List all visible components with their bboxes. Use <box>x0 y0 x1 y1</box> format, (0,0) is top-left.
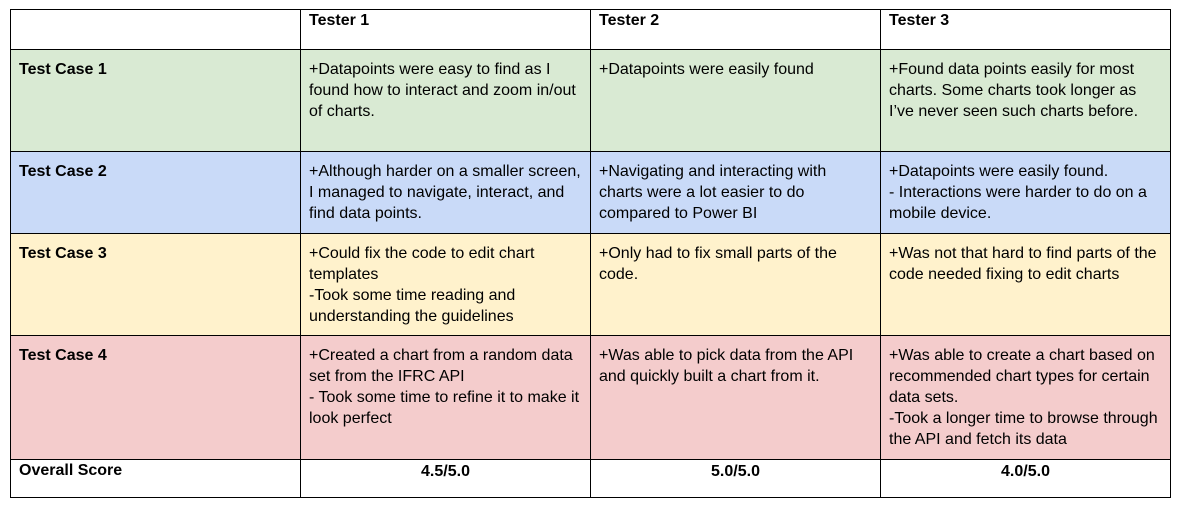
overall-score-label: Overall Score <box>10 459 301 498</box>
test-results-table: Tester 1 Tester 2 Tester 3 Test Case 1 +… <box>10 9 1171 498</box>
cell-tc3-tester2: +Only had to fix small parts of the code… <box>590 233 881 336</box>
cell-tc1-tester1: +Datapoints were easy to find as I found… <box>300 49 591 152</box>
cell-tc1-tester3: +Found data points easily for most chart… <box>880 49 1171 152</box>
score-tester-2: 5.0/5.0 <box>590 459 881 498</box>
score-tester-1: 4.5/5.0 <box>300 459 591 498</box>
cell-tc4-tester1: +Created a chart from a random data set … <box>300 335 591 460</box>
cell-tc1-tester2: +Datapoints were easily found <box>590 49 881 152</box>
row-label-test-case-3: Test Case 3 <box>10 233 301 336</box>
row-label-test-case-4: Test Case 4 <box>10 335 301 460</box>
table-row: Test Case 3 +Could fix the code to edit … <box>10 233 1171 336</box>
table-row: Test Case 1 +Datapoints were easy to fin… <box>10 49 1171 152</box>
cell-tc2-tester2: +Navigating and interacting with charts … <box>590 151 881 234</box>
corner-cell <box>10 9 301 50</box>
score-tester-3: 4.0/5.0 <box>880 459 1171 498</box>
row-label-test-case-2: Test Case 2 <box>10 151 301 234</box>
header-row: Tester 1 Tester 2 Tester 3 <box>10 9 1171 50</box>
cell-tc3-tester1: +Could fix the code to edit chart templa… <box>300 233 591 336</box>
cell-tc4-tester3: +Was able to create a chart based on rec… <box>880 335 1171 460</box>
header-tester-2: Tester 2 <box>590 9 881 50</box>
table-row: Test Case 2 +Although harder on a smalle… <box>10 151 1171 234</box>
table-row: Test Case 4 +Created a chart from a rand… <box>10 335 1171 460</box>
cell-tc4-tester2: +Was able to pick data from the API and … <box>590 335 881 460</box>
cell-tc3-tester3: +Was not that hard to find parts of the … <box>880 233 1171 336</box>
row-label-test-case-1: Test Case 1 <box>10 49 301 152</box>
cell-tc2-tester3: +Datapoints were easily found. - Interac… <box>880 151 1171 234</box>
cell-tc2-tester1: +Although harder on a smaller screen, I … <box>300 151 591 234</box>
score-row: Overall Score 4.5/5.0 5.0/5.0 4.0/5.0 <box>10 459 1171 498</box>
header-tester-1: Tester 1 <box>300 9 591 50</box>
header-tester-3: Tester 3 <box>880 9 1171 50</box>
